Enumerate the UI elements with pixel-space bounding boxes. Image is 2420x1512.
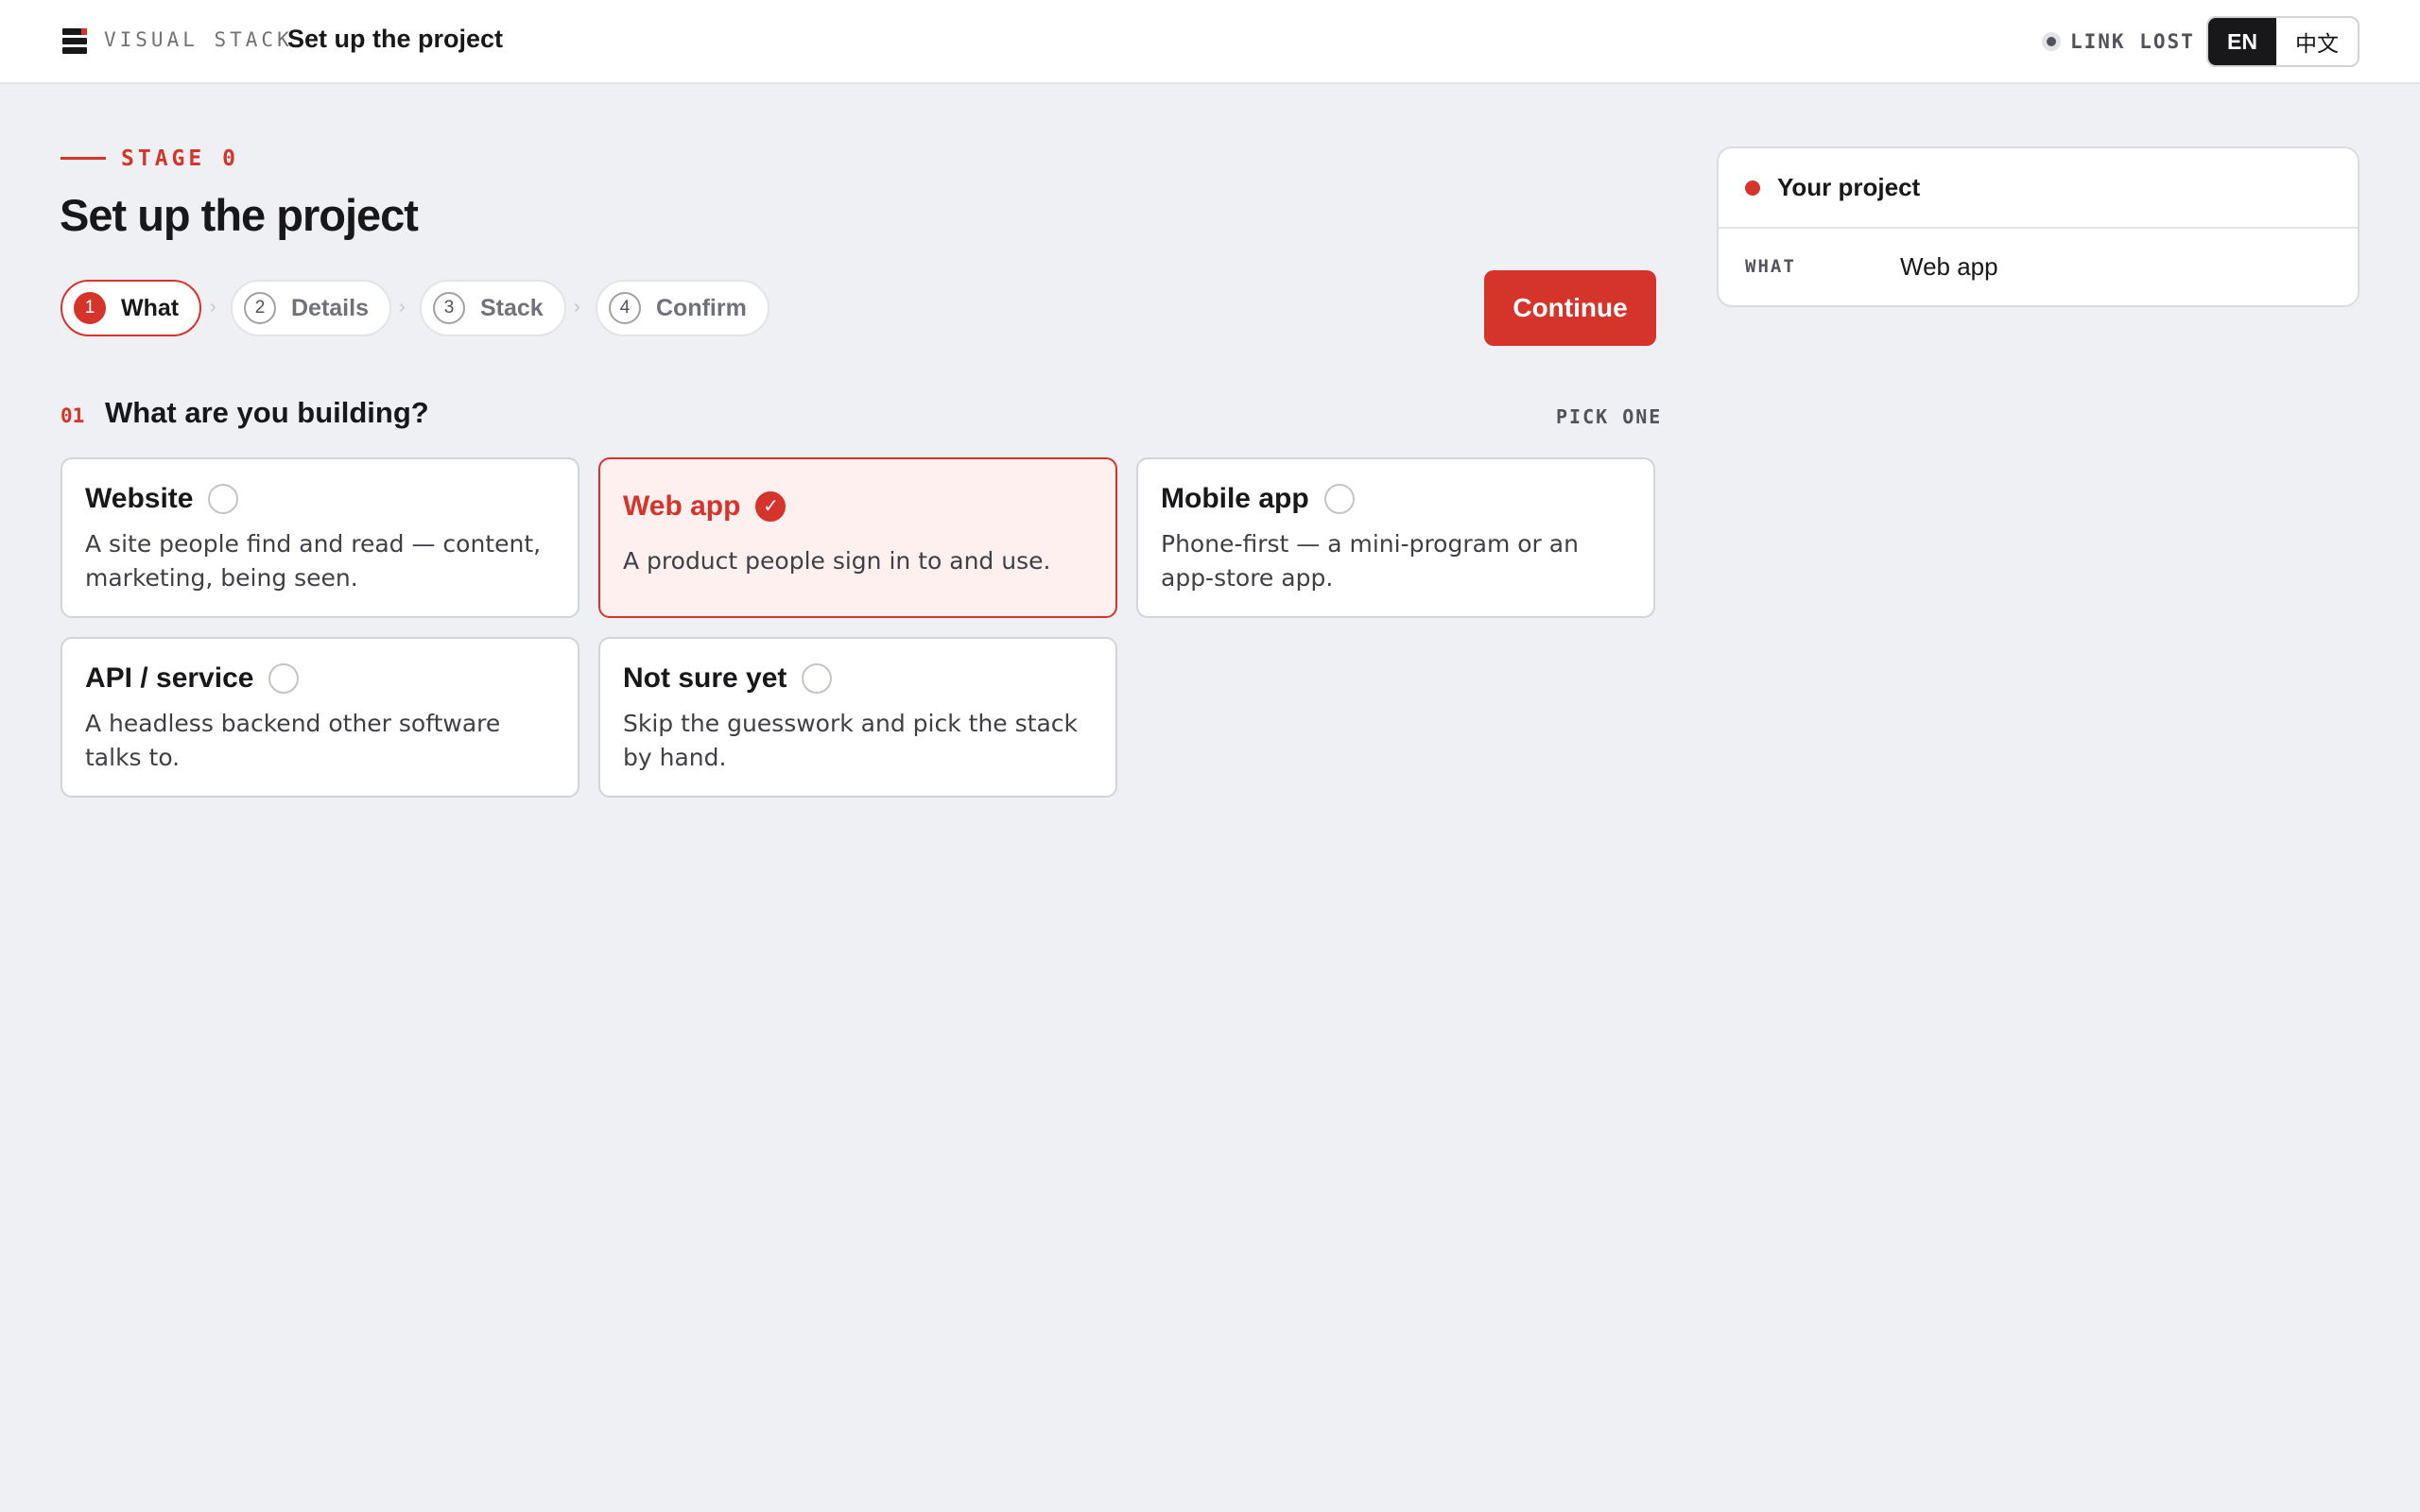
- option-description: A product people sign in to and use.: [623, 547, 1051, 575]
- page-title: Set up the project: [60, 190, 419, 240]
- stack-logo-icon: [62, 28, 87, 55]
- summary-key: WHAT: [1745, 256, 1796, 277]
- summary-value: Web app: [1900, 251, 1998, 281]
- step-label: Stack: [480, 294, 544, 321]
- language-zh-button[interactable]: 中文: [2276, 18, 2358, 65]
- radio-icon: [268, 663, 300, 694]
- option-mobile-app[interactable]: Mobile app Phone-first — a mini-program …: [1136, 457, 1655, 618]
- option-description: A site people find and read — content, m…: [85, 530, 542, 592]
- option-title: Website: [85, 483, 194, 514]
- option-title: Mobile app: [1161, 483, 1309, 514]
- step-label: What: [121, 294, 180, 321]
- question-number: 01: [60, 404, 85, 427]
- option-not-sure[interactable]: Not sure yet Skip the guesswork and pick…: [598, 637, 1117, 798]
- header-title: Set up the project: [287, 25, 504, 53]
- panel-header: Your project: [1719, 148, 2358, 229]
- option-title: API / service: [85, 662, 254, 694]
- option-api-service[interactable]: API / service A headless backend other s…: [60, 637, 579, 798]
- option-description: Phone-first — a mini-program or an app-s…: [1161, 530, 1579, 592]
- link-status: LINK LOST: [2042, 30, 2195, 53]
- option-title: Not sure yet: [623, 662, 787, 694]
- link-status-text: LINK LOST: [2070, 30, 2195, 53]
- step-details[interactable]: 2 Details: [231, 280, 391, 336]
- status-dot-icon: [2042, 32, 2061, 51]
- language-en-button[interactable]: EN: [2208, 18, 2276, 65]
- continue-button[interactable]: Continue: [1484, 270, 1656, 346]
- step-stack[interactable]: 3 Stack: [420, 280, 566, 336]
- step-number: 3: [433, 292, 465, 324]
- step-number: 2: [244, 292, 276, 324]
- option-web-app[interactable]: Web app ✓ A product people sign in to an…: [598, 457, 1117, 618]
- stage-accent-line: [60, 157, 106, 160]
- chevron-right-icon: ›: [574, 297, 580, 318]
- question-hint: PICK ONE: [1556, 405, 1663, 428]
- radio-icon: [802, 663, 833, 694]
- step-label: Confirm: [656, 294, 747, 321]
- step-label: Details: [291, 294, 369, 321]
- step-number: 1: [74, 292, 106, 324]
- step-what[interactable]: 1 What: [60, 280, 202, 336]
- stage-label: STAGE 0: [121, 146, 239, 171]
- option-title: Web app: [623, 490, 741, 522]
- top-bar: VISUAL STACK Set up the project LINK LOS…: [0, 0, 2420, 84]
- panel-title: Your project: [1777, 173, 1921, 201]
- check-circle-icon: ✓: [755, 491, 786, 522]
- option-website[interactable]: Website A site people find and read — co…: [60, 457, 579, 618]
- option-description: Skip the guesswork and pick the stack by…: [623, 710, 1078, 771]
- brand-name: VISUAL STACK: [104, 28, 293, 51]
- step-number: 4: [609, 292, 641, 324]
- chevron-right-icon: ›: [399, 297, 406, 318]
- status-dot-icon: [1745, 180, 1760, 196]
- chevron-right-icon: ›: [210, 297, 216, 318]
- radio-icon: [208, 484, 239, 514]
- radio-icon: [1323, 484, 1355, 514]
- project-summary-panel: Your project WHAT Web app: [1717, 146, 2360, 307]
- option-description: A headless backend other software talks …: [85, 710, 501, 771]
- language-switcher: EN 中文: [2206, 16, 2360, 67]
- summary-row: WHAT Web app: [1719, 229, 2358, 304]
- step-confirm[interactable]: 4 Confirm: [596, 280, 769, 336]
- question-text: What are you building?: [105, 396, 429, 429]
